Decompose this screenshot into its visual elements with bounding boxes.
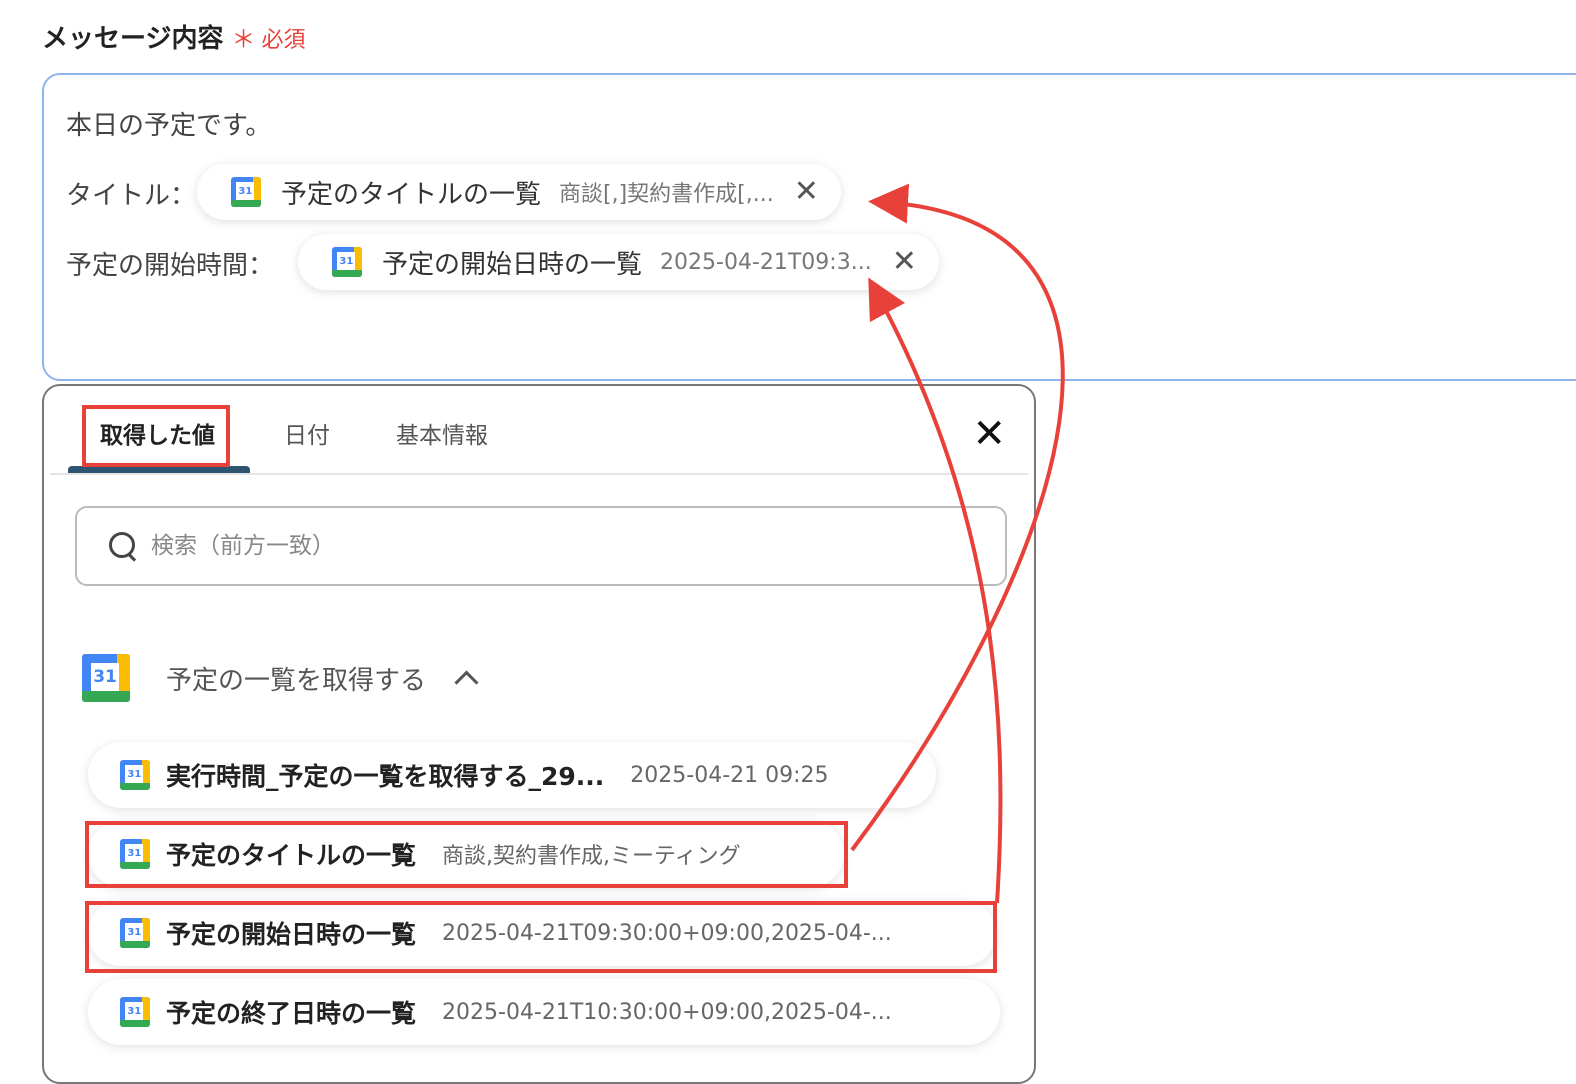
field-label: メッセージ内容 ＊必須 xyxy=(42,18,306,55)
google-calendar-icon: 31 xyxy=(120,839,151,869)
field-label-text: メッセージ内容 xyxy=(42,24,224,54)
chip-value: 商談[,]契約書作成[,... xyxy=(559,182,774,207)
close-icon[interactable]: ✕ xyxy=(892,247,917,277)
editor-text-line: 本日の予定です。 xyxy=(66,111,272,141)
google-calendar-icon: 31 xyxy=(120,918,151,948)
item-name: 予定の終了日時の一覧 xyxy=(166,999,417,1028)
tab-divider xyxy=(50,473,1028,475)
chip-value: 2025-04-21T09:3... xyxy=(660,249,872,275)
required-asterisk: ＊ xyxy=(231,25,256,53)
search-icon xyxy=(109,532,137,562)
list-item-event-end-times[interactable]: 31 予定の終了日時の一覧 2025-04-21T10:30:00+09:00,… xyxy=(88,979,1000,1045)
google-calendar-icon: 31 xyxy=(332,247,363,277)
chip-name: 予定の開始日時の一覧 xyxy=(382,249,643,280)
google-calendar-icon: 31 xyxy=(120,760,151,790)
required-badge: ＊必須 xyxy=(231,19,305,54)
item-value: 2025-04-21T09:30:00+09:00,2025-04-... xyxy=(442,920,892,946)
message-editor[interactable]: 本日の予定です。 タイトル： 予定の開始時間： 31 予定のタイトルの一覧 商談… xyxy=(42,73,1576,381)
list-item-event-titles[interactable]: 31 予定のタイトルの一覧 商談,契約書作成,ミーティング xyxy=(88,821,844,887)
variable-chip-start-time[interactable]: 31 予定の開始日時の一覧 2025-04-21T09:3... ✕ xyxy=(298,234,939,290)
search-input[interactable] xyxy=(149,532,973,560)
list-item-event-start-times[interactable]: 31 予定の開始日時の一覧 2025-04-21T09:30:00+09:00,… xyxy=(88,900,996,966)
group-header[interactable]: 31 予定の一覧を取得する xyxy=(82,654,479,702)
item-value: 商談,契約書作成,ミーティング xyxy=(442,844,741,869)
tab-basic-info[interactable]: 基本情報 xyxy=(396,416,488,450)
chevron-up-icon[interactable] xyxy=(454,669,479,695)
chip-name: 予定のタイトルの一覧 xyxy=(281,179,542,210)
required-text: 必須 xyxy=(261,28,306,53)
tab-date[interactable]: 日付 xyxy=(284,416,330,450)
item-name: 予定の開始日時の一覧 xyxy=(166,920,417,949)
editor-title-prefix: タイトル： xyxy=(66,181,197,211)
item-name: 予定のタイトルの一覧 xyxy=(166,841,417,870)
close-icon[interactable]: ✕ xyxy=(794,177,819,207)
google-calendar-icon: 31 xyxy=(231,177,262,207)
editor-start-prefix: 予定の開始時間： xyxy=(66,251,275,281)
list-item-execution-time[interactable]: 31 実行時間_予定の一覧を取得する_29... 2025-04-21 09:2… xyxy=(88,742,936,808)
value-picker-panel: 取得した値 日付 基本情報 ✕ 31 予定の一覧を取得する 31 実行時間_予定… xyxy=(42,384,1036,1084)
tab-bar: 取得した値 日付 基本情報 xyxy=(44,386,1034,475)
item-value: 2025-04-21T10:30:00+09:00,2025-04-... xyxy=(442,999,892,1025)
search-box[interactable] xyxy=(75,506,1007,586)
google-calendar-icon: 31 xyxy=(120,997,151,1027)
google-calendar-icon: 31 xyxy=(82,654,130,702)
variable-chip-title[interactable]: 31 予定のタイトルの一覧 商談[,]契約書作成[,... ✕ xyxy=(197,164,841,220)
tab-acquired-values[interactable]: 取得した値 xyxy=(100,416,215,450)
item-value: 2025-04-21 09:25 xyxy=(630,762,829,788)
group-title: 予定の一覧を取得する xyxy=(166,665,427,696)
item-name: 実行時間_予定の一覧を取得する_29... xyxy=(166,762,605,791)
close-icon[interactable]: ✕ xyxy=(972,414,1006,454)
